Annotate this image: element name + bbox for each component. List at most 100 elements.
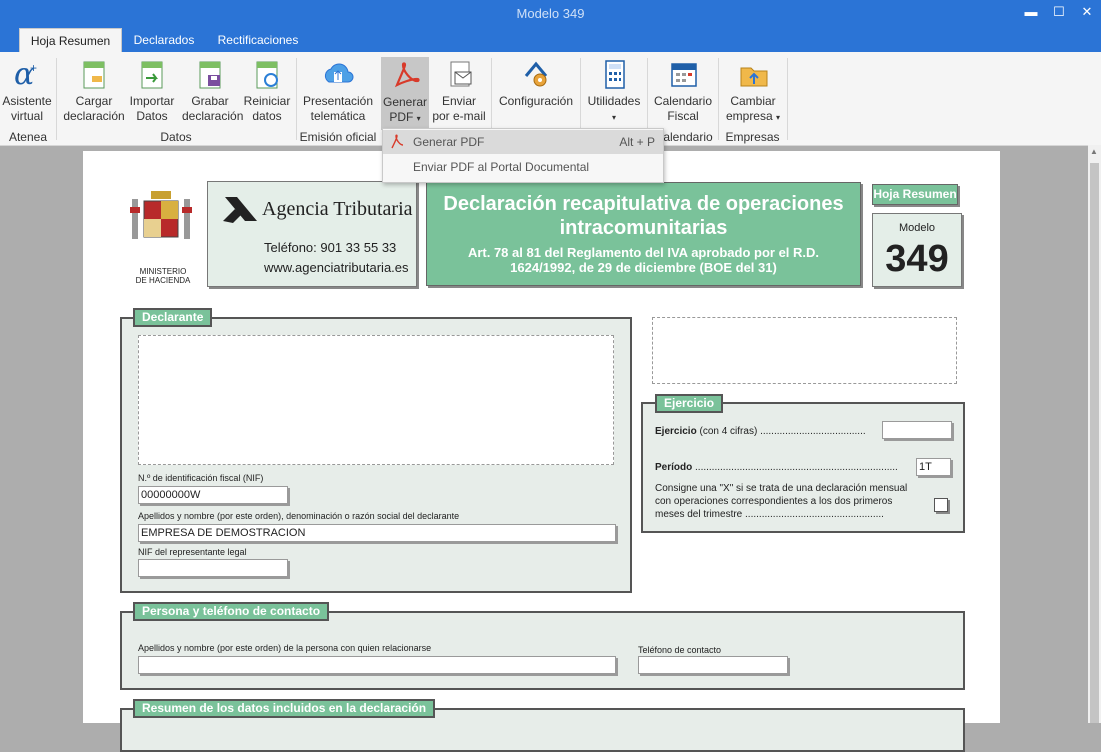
- enviar-label-1: Enviar: [441, 94, 476, 108]
- cargar-declaracion-button[interactable]: Cargar declaración: [62, 56, 126, 124]
- cargar-label-1: Cargar: [75, 94, 113, 108]
- settings-icon: [524, 61, 548, 87]
- agencia-name: Agencia Tributaria: [262, 198, 413, 220]
- contacto-title: Persona y teléfono de contacto: [133, 602, 330, 621]
- contacto-section: Apellidos y nombre (por este orden) de l…: [120, 611, 965, 690]
- chevron-down-icon: ▾: [611, 113, 616, 122]
- import-icon: [141, 61, 163, 89]
- load-doc-icon: [83, 61, 105, 89]
- group-datos: Datos: [160, 130, 192, 144]
- calendario-label-1: Calendario: [653, 94, 713, 108]
- utilidades-button[interactable]: Utilidades ▾: [584, 56, 644, 125]
- presentacion-telematica-button[interactable]: Presentación telemática: [300, 56, 376, 124]
- importar-label-1: Importar: [129, 94, 175, 108]
- ejercicio-hint: (con 4 cifras): [699, 426, 758, 437]
- group-empresas: Empresas: [725, 130, 780, 144]
- separator: [718, 58, 719, 140]
- cambiar-label-2: empresa: [725, 109, 773, 123]
- scroll-up-icon[interactable]: ▲: [1090, 147, 1098, 156]
- cambiar-label-1: Cambiar: [730, 94, 776, 108]
- presentacion-label-2: telemática: [310, 109, 366, 123]
- reiniciar-label-1: Reiniciar: [243, 94, 291, 108]
- ministerio-label: MINISTERIO DE HACIENDA: [135, 267, 191, 285]
- ejercicio-label: Ejercicio: [655, 426, 697, 437]
- scroll-thumb[interactable]: [1090, 163, 1099, 723]
- cargar-label-2: declaración: [63, 109, 125, 123]
- form-subtitle: Art. 78 al 81 del Reglamento del IVA apr…: [427, 245, 860, 275]
- asistente-virtual-button[interactable]: α + Asistente virtual: [0, 56, 54, 124]
- tab-declarados[interactable]: Declarados: [124, 28, 204, 52]
- reset-doc-icon: [256, 61, 278, 89]
- modelo-number: 349: [885, 238, 949, 280]
- form-title-box: Declaración recapitulativa de operacione…: [426, 182, 861, 286]
- shortcut-label: Alt + P: [619, 135, 655, 149]
- minimize-icon[interactable]: ▬: [1016, 2, 1046, 22]
- consigne-line-3: meses del trimestre ....................…: [655, 509, 884, 520]
- ministerio-line-1: MINISTERIO: [139, 267, 187, 276]
- configuracion-button[interactable]: Configuración: [496, 56, 576, 109]
- nombre-input[interactable]: EMPRESA DE DEMOSTRACION: [138, 524, 616, 542]
- mensual-checkbox[interactable]: [934, 498, 948, 512]
- ministerio-line-2: DE HACIENDA: [135, 276, 191, 285]
- periodo-input[interactable]: 1T: [916, 458, 951, 476]
- maximize-icon[interactable]: ☐: [1044, 2, 1074, 22]
- form-title: Declaración recapitulativa de operacione…: [427, 192, 860, 240]
- declarante-section: N.º de identificación fiscal (NIF) 00000…: [120, 317, 632, 593]
- agencia-telefono: Teléfono: 901 33 55 33: [264, 240, 397, 255]
- chevron-down-icon: ▾: [416, 114, 421, 123]
- reiniciar-datos-button[interactable]: Reiniciar datos: [241, 56, 293, 124]
- telefono-contacto-input[interactable]: [638, 656, 788, 674]
- nombre-label: Apellidos y nombre (por este orden), den…: [138, 511, 460, 521]
- window-title: Modelo 349: [516, 6, 585, 21]
- email-doc-icon: [450, 61, 472, 87]
- cambiar-empresa-button[interactable]: Cambiar empresa ▾: [722, 56, 784, 125]
- presentacion-label-1: Presentación: [302, 94, 374, 108]
- tab-hoja-resumen[interactable]: Hoja Resumen: [19, 28, 122, 53]
- declarante-sticker-area: [138, 335, 614, 465]
- chevron-down-icon: ▾: [776, 113, 781, 122]
- resumen-title: Resumen de los datos incluidos en la dec…: [133, 699, 436, 718]
- menu-item-generar-pdf[interactable]: Generar PDF Alt + P: [383, 130, 663, 154]
- ejercicio-input[interactable]: [882, 421, 952, 439]
- menu-item-label: Enviar PDF al Portal Documental: [413, 160, 590, 174]
- grabar-label-1: Grabar: [191, 94, 229, 108]
- consigne-line-2: con operaciones correspondientes a los d…: [655, 496, 893, 507]
- periodo-label: Período: [655, 462, 693, 473]
- svg-text:+: +: [30, 61, 37, 75]
- configuracion-label: Configuración: [498, 94, 574, 108]
- importar-datos-button[interactable]: Importar Datos: [126, 56, 178, 124]
- vertical-scrollbar[interactable]: ▲: [1088, 145, 1101, 723]
- persona-input[interactable]: [138, 656, 616, 674]
- representante-input[interactable]: [138, 559, 288, 577]
- nif-input[interactable]: 00000000W: [138, 486, 288, 504]
- modelo-label: Modelo: [898, 222, 936, 234]
- tab-rectificaciones[interactable]: Rectificaciones: [208, 28, 308, 52]
- reiniciar-label-2: datos: [252, 109, 282, 123]
- agencia-logo-icon: [223, 197, 257, 223]
- ejercicio-row: Ejercicio (con 4 cifras) ...............…: [655, 426, 866, 437]
- form-title-line-2: intracomunitarias: [559, 217, 728, 239]
- form-page: MINISTERIO DE HACIENDA Agencia Tributari…: [83, 151, 1000, 752]
- calendario-label-2: Fiscal: [667, 109, 699, 123]
- modelo-box: Modelo 349: [872, 213, 962, 287]
- grabar-declaracion-button[interactable]: Grabar declaración: [182, 56, 243, 124]
- calendario-fiscal-button[interactable]: Calendario Fiscal: [651, 56, 715, 124]
- group-emision: Emisión oficial: [299, 130, 377, 144]
- representante-label: NIF del representante legal: [138, 547, 247, 557]
- enviar-label-2: por e-mail: [432, 109, 486, 123]
- importar-label-2: Datos: [136, 109, 168, 123]
- asistente-label-1: Asistente: [2, 94, 52, 108]
- periodo-dots: ........................................…: [695, 462, 898, 473]
- generar-pdf-button[interactable]: Generar PDF ▾: [381, 57, 429, 130]
- close-icon[interactable]: ✕: [1072, 2, 1101, 22]
- asistente-label-2: virtual: [10, 109, 43, 123]
- generar-label-1: Generar: [382, 95, 428, 109]
- agencia-web: www.agenciatributaria.es: [264, 260, 409, 275]
- coat-of-arms-logo: [130, 191, 192, 239]
- calculator-icon: [605, 60, 625, 89]
- menu-item-enviar-portal[interactable]: Enviar PDF al Portal Documental: [383, 155, 663, 179]
- enviar-email-button[interactable]: Enviar por e-mail: [431, 56, 487, 124]
- form-subtitle-line-2: 1624/1992, de 29 de diciembre (BOE del 3…: [510, 260, 777, 275]
- calendar-icon: [671, 63, 697, 87]
- form-subtitle-line-1: Art. 78 al 81 del Reglamento del IVA apr…: [467, 245, 820, 260]
